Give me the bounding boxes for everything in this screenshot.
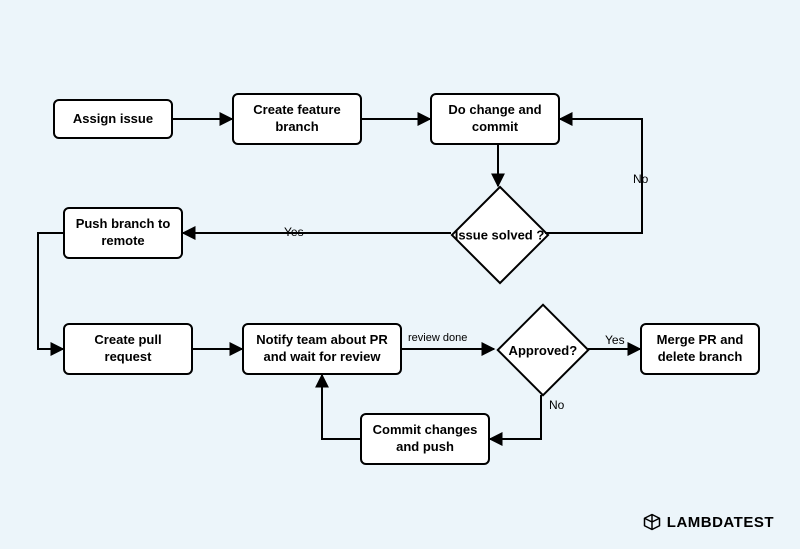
edge-label-no-1: No (633, 172, 648, 186)
decision-approved: Approved? (496, 303, 589, 396)
edge-label-yes-1: Yes (284, 225, 304, 239)
node-merge-pr: Merge PR and delete branch (640, 323, 760, 375)
lambdatest-icon (643, 513, 661, 531)
node-create-feature-branch: Create feature branch (232, 93, 362, 145)
node-do-change-commit: Do change and commit (430, 93, 560, 145)
node-assign-issue: Assign issue (53, 99, 173, 139)
decision-issue-solved: Issue solved ? (451, 186, 550, 285)
brand-logo: LAMBDATEST (643, 513, 774, 531)
node-commit-push: Commit changes and push (360, 413, 490, 465)
decision-issue-solved-label: Issue solved ? (455, 228, 545, 243)
brand-text: LAMBDATEST (667, 514, 774, 531)
edge-label-no-2: No (549, 398, 564, 412)
decision-approved-label: Approved? (509, 343, 578, 358)
node-push-branch: Push branch to remote (63, 207, 183, 259)
edge-label-review-done: review done (408, 332, 467, 344)
node-notify-team: Notify team about PR and wait for review (242, 323, 402, 375)
flow-arrows (0, 0, 800, 549)
edge-label-yes-2: Yes (605, 333, 625, 347)
node-create-pr: Create pull request (63, 323, 193, 375)
